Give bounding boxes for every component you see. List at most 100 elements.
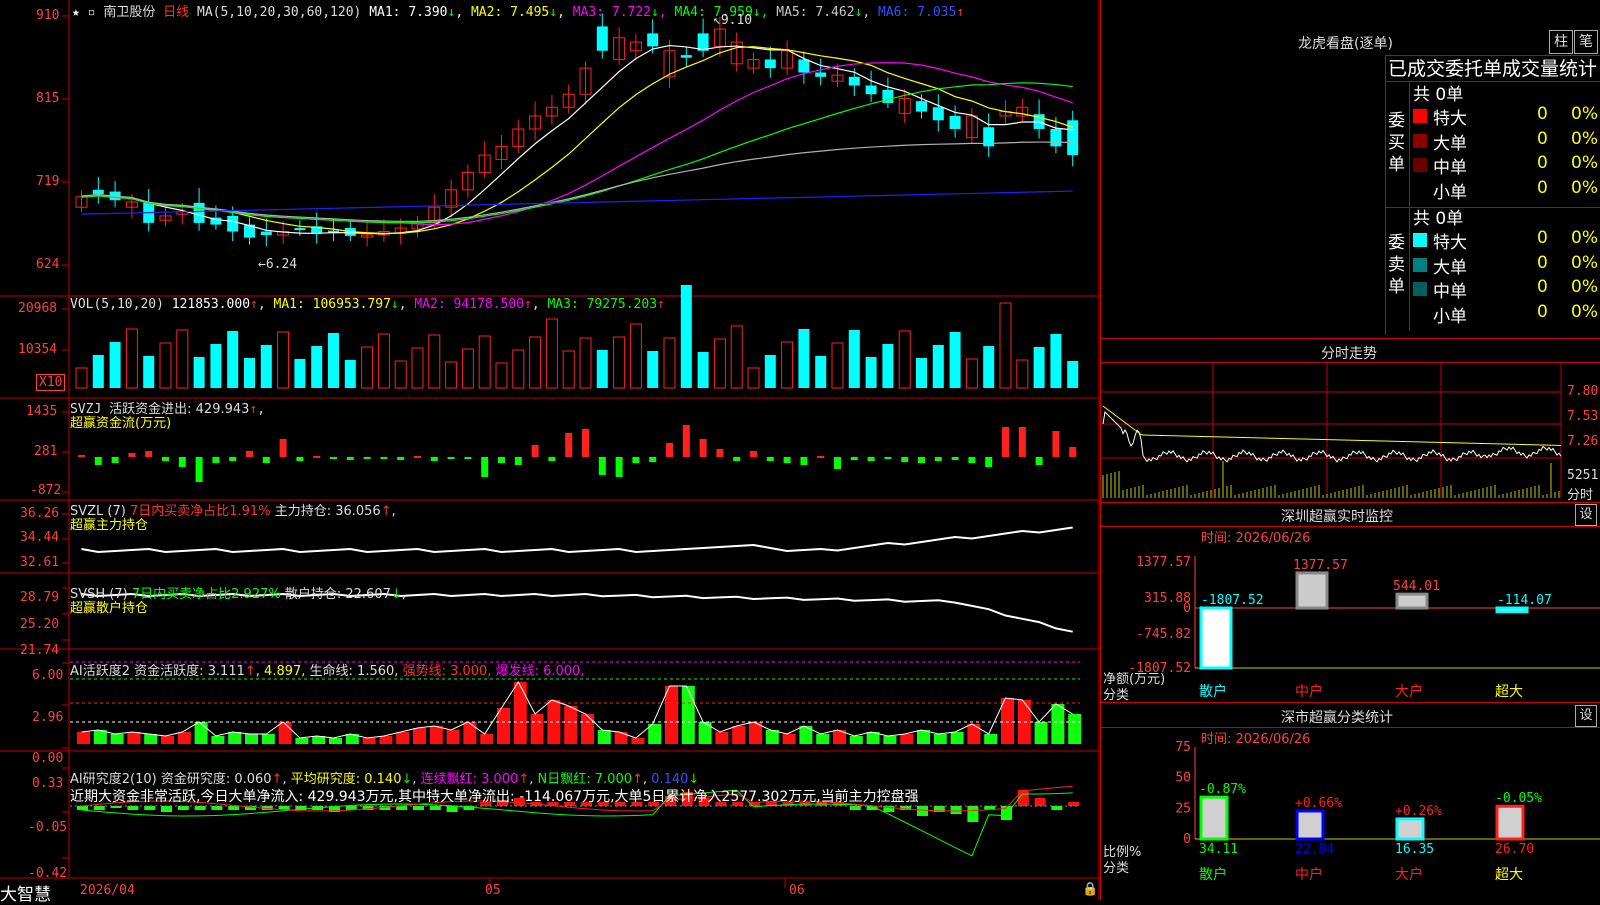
volume-bar-down [294,359,306,388]
sell-color-swatch [1413,282,1427,296]
sell-row-v: 0 [1537,301,1548,322]
volume-bar-down [1050,334,1062,388]
buy-row-v: 0 [1537,128,1548,149]
class-category: 中户 [1295,866,1323,883]
sell-color-swatch [1413,257,1427,272]
monitor-bar-label: -114.07 [1497,593,1552,608]
ai-activity-bar [127,732,141,744]
candle-down [949,115,961,129]
ai-activity-bar [177,732,191,744]
class-y-tick: 75 [1175,740,1191,755]
class-category: 超大 [1495,867,1523,883]
ai-activity-bar [1051,704,1065,744]
ai2-bar [177,806,189,810]
ma1-line [81,44,1073,235]
ai-activity-bar [698,722,712,744]
bar-mode-button[interactable]: 柱 [1549,30,1573,54]
ai-activity-bar [849,736,863,744]
svzj-bar [498,457,505,463]
class-chart[interactable]: 75 50 25 0 -0.87% 34.11 散户 +0.66% 22.84 中户 +0.26% 1… [1101,727,1600,900]
ai-activity-bar [967,724,981,744]
volume-bar-down [244,358,255,388]
candle-down [798,59,810,73]
ai-activity-bar [665,686,678,744]
svzj-bar [800,457,808,465]
lock-icon[interactable]: 🔒 [1082,882,1098,897]
buy-row-v: 0 [1537,104,1548,124]
svzj-bar [1035,457,1043,465]
volume-bar-up [663,337,676,389]
monitor-settings-button[interactable]: 设 [1575,504,1597,526]
ai-activity-bar [631,738,645,744]
ai2-bar [161,806,172,812]
tick-mode-button[interactable]: 笔 [1574,30,1598,54]
svzj-bar [733,457,741,461]
svzj-bar [1069,447,1077,457]
candle-down [1050,128,1062,147]
app-logo[interactable]: 大智慧 [0,880,51,905]
intraday-price-line [1102,410,1562,463]
ai2-tick: 0.33 [32,776,64,791]
ai-activity-bar [93,730,107,744]
volume-bar-up [461,348,474,389]
candle-down [865,85,877,95]
monitor-chart[interactable]: 1377.57315.880-745.82-1807.52-1807.52散户1… [1101,526,1600,702]
sell-row-name: 大单 [1433,257,1467,278]
svzj-bar [666,443,673,457]
volume-bar-down [1033,347,1045,388]
monitor-title: 深圳超赢实时监控 [1281,509,1393,525]
volume-bar-up [478,335,491,389]
class-bar [1295,809,1325,841]
volume-bar-down [932,345,944,388]
volume-bar-up [613,336,626,389]
ai-activity-bar [194,722,208,744]
svzj-bar [649,457,657,462]
intraday-tick: 7.80 [1567,384,1599,399]
period-label[interactable]: 日线 [163,5,189,20]
main-chart-area[interactable]: ★ ▫ 南卫股份 日线 MA(5,10,20,30,60,120) MA1: 7… [0,0,1100,905]
star-icon[interactable]: ★ [72,5,80,20]
ai-activity-bar [933,734,947,744]
candle-down [294,228,306,231]
svzj-bar [531,445,539,457]
monitor-y-tick: -745.82 [1136,627,1191,642]
ma6-line [81,190,1073,215]
kline-chart[interactable] [0,0,1100,900]
class-y-tick: 25 [1175,801,1191,816]
volume-bar-up [411,347,424,389]
svzj-bar [481,457,489,477]
svzj-bar [548,457,556,461]
ai2-tick: -0.42 [28,866,68,881]
svzj-bar [313,456,321,458]
volume-bar-up [579,337,592,389]
candle-down [680,55,692,58]
ma3-label: MA3: 7.722↓, [572,5,667,20]
sell-color-swatch [1413,233,1427,247]
price-tick: 624 [36,257,60,272]
ai-activity-bar [497,708,510,744]
class-bar-change: +0.66% [1295,796,1342,811]
ai-activity-bar [900,734,914,744]
ai2-bar [429,806,441,810]
volume-bar-up [999,302,1012,389]
volume-bar-down [798,329,810,388]
candle-down [916,101,927,112]
svzj-bar [346,457,354,460]
volume-bar-down [815,356,827,388]
dragon-title: 龙虎看盘(逐单) [1298,36,1393,52]
x-axis-label: 05 [485,883,501,898]
volume-bar-up [394,360,407,389]
buy-row-p: 0% [1571,104,1598,124]
volume-bar-up [512,349,525,389]
monitor-bar-group [1295,571,1329,610]
intraday-chart[interactable] [1101,362,1600,502]
svzj-bar [817,456,825,458]
class-category: 散户 [1199,866,1227,883]
vol-tick: 20968 [18,301,58,316]
volume-bar-down [311,346,323,388]
class-settings-button[interactable]: 设 [1575,705,1597,727]
sell-row-p: 0% [1571,277,1598,297]
monitor-category: 中户 [1295,683,1323,700]
volume-bar-up [730,325,743,389]
volume-bar-down [1067,361,1079,388]
